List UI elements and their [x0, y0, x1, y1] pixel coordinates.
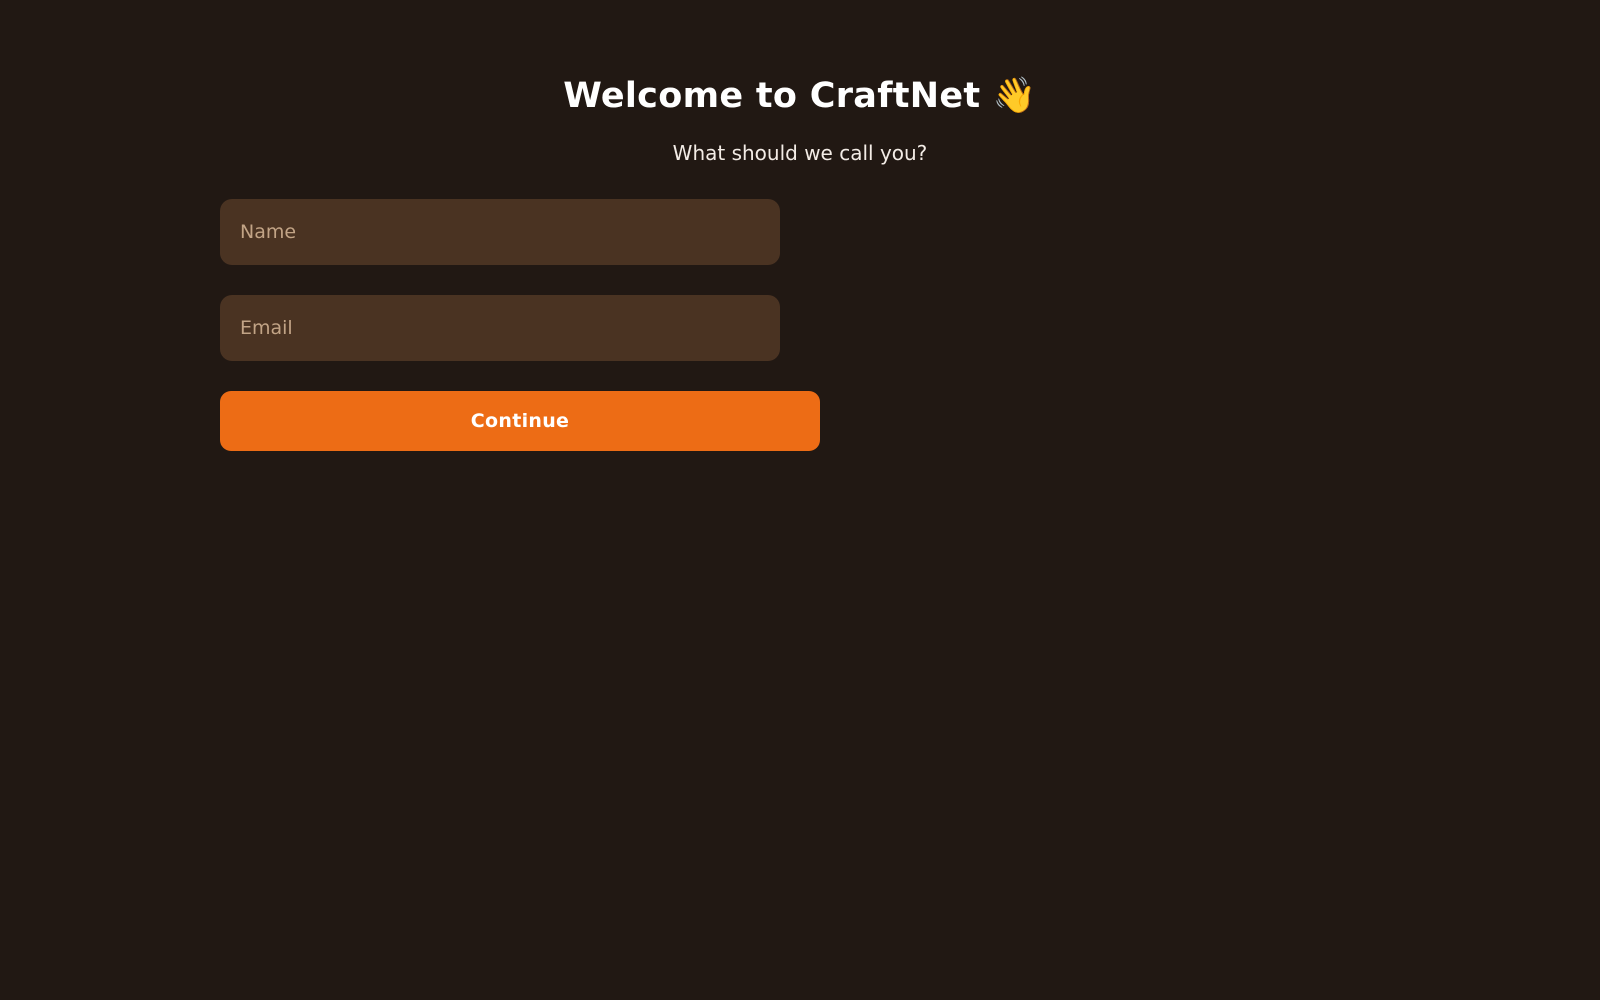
page-title: Welcome to CraftNet 👋	[0, 70, 1600, 122]
name-field[interactable]	[220, 199, 780, 265]
waving-hand-icon: 👋	[992, 76, 1037, 116]
email-field[interactable]	[220, 295, 780, 361]
page-title-text: Welcome to CraftNet	[563, 76, 981, 116]
continue-button[interactable]: Continue	[220, 391, 820, 451]
page-subtitle: What should we call you?	[672, 141, 928, 165]
onboarding-page: Welcome to CraftNet 👋 What should we cal…	[0, 0, 1600, 1000]
